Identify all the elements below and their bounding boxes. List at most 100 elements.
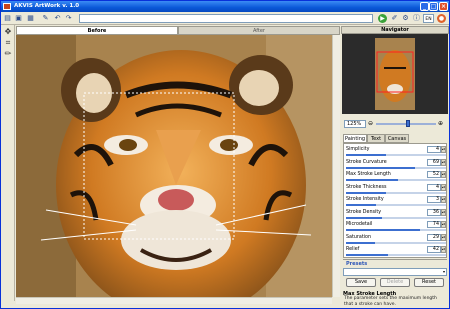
param-row: Microdetail 74 ▴▾	[345, 221, 446, 233]
param-label: Microdetail	[346, 222, 373, 227]
params-list: Simplicity 4 ▴▾ Stroke Curvature 69 ▴▾ M…	[343, 143, 447, 258]
spin-icon[interactable]: ▴▾	[441, 246, 446, 253]
param-value[interactable]: 4	[427, 146, 441, 153]
param-row: Stroke Density 36 ▴▾	[345, 208, 446, 221]
lang-icon[interactable]: EN	[423, 14, 434, 23]
tab-before[interactable]: Before	[16, 26, 178, 35]
param-value[interactable]: 3	[427, 196, 441, 203]
image-canvas[interactable]	[16, 35, 332, 297]
param-fill	[346, 154, 386, 156]
spin-icon[interactable]: ▴▾	[441, 171, 446, 178]
param-slider[interactable]	[346, 241, 446, 244]
param-fill	[346, 229, 420, 231]
tab-after[interactable]: After	[178, 26, 340, 35]
save-icon[interactable]: ▣	[14, 14, 23, 23]
zoom-slider-handle[interactable]	[406, 120, 410, 127]
param-value[interactable]: 52	[427, 171, 441, 178]
param-fill	[346, 204, 376, 206]
minimize-button[interactable]: _	[420, 2, 429, 11]
param-value[interactable]: 74	[427, 221, 441, 228]
param-value[interactable]: 4	[427, 183, 441, 191]
brush-icon[interactable]: ✎	[41, 14, 50, 23]
param-value[interactable]: 42	[427, 246, 441, 253]
param-row: Max Stroke Length 52 ▴▾	[345, 171, 446, 183]
navigator-title: Navigator	[341, 26, 449, 34]
param-label: Stroke Curvature	[346, 159, 387, 165]
param-slider[interactable]	[346, 204, 446, 206]
spin-icon[interactable]: ▴▾	[441, 146, 446, 153]
chevron-down-icon[interactable]: ▾	[443, 269, 445, 275]
param-fill	[346, 179, 398, 181]
delete-preset-button[interactable]: Delete	[380, 278, 410, 287]
param-slider[interactable]	[346, 229, 446, 231]
tab-text[interactable]: Text	[367, 134, 385, 143]
param-row: Stroke Curvature 69 ▴▾	[345, 158, 446, 171]
spin-icon[interactable]: ▴▾	[441, 158, 446, 166]
close-button[interactable]: ×	[439, 2, 448, 11]
param-slider[interactable]	[346, 254, 446, 256]
redo-icon[interactable]: ↷	[64, 14, 73, 23]
tools-panel: ✥ ⌗ ✏	[1, 25, 15, 301]
zoom-slider[interactable]	[376, 120, 436, 127]
param-slider[interactable]	[346, 154, 446, 156]
param-fill	[346, 254, 388, 256]
param-fill	[346, 191, 386, 194]
help-text: The parameter sets the maximum length th…	[344, 296, 437, 307]
zoom-in-icon[interactable]: ⊕	[438, 120, 443, 128]
preferences-icon[interactable]: ⚙	[401, 14, 410, 23]
spin-icon[interactable]: ▴▾	[441, 221, 446, 228]
info-icon[interactable]: ⓘ	[412, 14, 421, 23]
param-slider[interactable]	[346, 179, 446, 181]
navigator-thumbnail	[342, 34, 448, 114]
crop-tool-icon[interactable]: ⌗	[3, 38, 13, 48]
param-label: Stroke Density	[346, 209, 382, 215]
param-value[interactable]: 29	[427, 233, 441, 241]
reset-button[interactable]: Reset	[414, 278, 444, 287]
open-icon[interactable]: ▤	[3, 14, 12, 23]
tab-painting[interactable]: Painting	[343, 134, 367, 143]
horizontal-scrollbar[interactable]	[16, 297, 332, 304]
navigator-preview[interactable]	[342, 34, 448, 114]
param-label: Stroke Thickness	[346, 184, 387, 190]
run-icon[interactable]: ▶	[378, 14, 387, 23]
tab-canvas[interactable]: Canvas	[385, 134, 409, 143]
settings-panel: Navigator 125% ⊖ ⊕ Painting Text Canvas	[341, 26, 449, 304]
zoom-out-icon[interactable]: ⊖	[368, 120, 373, 128]
presets-header[interactable]: Presets	[343, 259, 447, 267]
vertical-scrollbar[interactable]	[332, 35, 340, 297]
param-fill	[346, 241, 375, 244]
spin-icon[interactable]: ▴▾	[441, 233, 446, 241]
tag-icon[interactable]: ✐	[390, 14, 399, 23]
param-value[interactable]: 36	[427, 208, 441, 216]
tiger-photo	[16, 35, 332, 297]
undo-icon[interactable]: ↶	[53, 14, 62, 23]
presets-select[interactable]: ▾	[343, 268, 447, 276]
hand-tool-icon[interactable]: ✥	[3, 27, 13, 37]
param-slider[interactable]	[346, 216, 446, 219]
spin-icon[interactable]: ▴▾	[441, 196, 446, 203]
param-slider[interactable]	[346, 191, 446, 194]
save-preset-button[interactable]: Save	[346, 278, 376, 287]
zoom-field[interactable]: 125%	[344, 120, 366, 128]
maximize-button[interactable]: □	[429, 2, 438, 11]
param-slider[interactable]	[346, 166, 446, 169]
spin-icon[interactable]: ▴▾	[441, 183, 446, 191]
param-label: Max Stroke Length	[346, 172, 391, 177]
print-icon[interactable]: ▦	[26, 14, 35, 23]
app-window: AKVIS ArtWork v. 1.0 _ □ × ▤ ▣ ▦ ✎ ↶ ↷ ▶…	[0, 0, 450, 309]
file-path-field[interactable]	[79, 14, 373, 23]
param-label: Relief	[346, 247, 360, 252]
pencil-tool-icon[interactable]: ✏	[3, 49, 13, 59]
param-row: Stroke Intensity 3 ▴▾	[345, 196, 446, 208]
param-value[interactable]: 69	[427, 158, 441, 166]
param-row: Saturation 29 ▴▾	[345, 233, 446, 246]
settings-tabs: Painting Text Canvas	[343, 134, 447, 143]
app-logo-icon	[3, 3, 11, 10]
presets-buttons: Save Delete Reset	[343, 278, 447, 287]
title-bar: AKVIS ArtWork v. 1.0 _ □ ×	[1, 1, 449, 12]
stop-icon[interactable]: ●	[437, 14, 446, 23]
param-label: Saturation	[346, 234, 372, 240]
spin-icon[interactable]: ▴▾	[441, 208, 446, 216]
param-label: Stroke Intensity	[346, 197, 384, 202]
param-row: Stroke Thickness 4 ▴▾	[345, 183, 446, 196]
